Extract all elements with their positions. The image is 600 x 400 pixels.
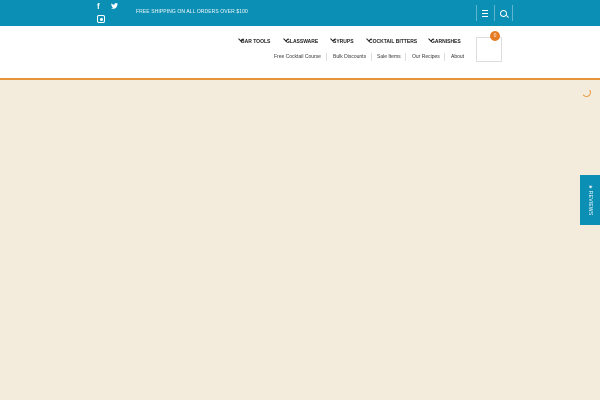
- nav-label: GARNISHES: [431, 39, 461, 45]
- nav-item-glassware[interactable]: GLASSWARE: [283, 36, 319, 45]
- divider: [405, 53, 406, 61]
- nav-label: GLASSWARE: [286, 39, 319, 45]
- search-icon: [499, 9, 507, 17]
- nav-item-syrups[interactable]: SYRUPS: [330, 36, 354, 45]
- subnav-item-our-recipes[interactable]: Our Recipes: [412, 54, 440, 60]
- nav-item-garnishes[interactable]: GARNISHES: [428, 36, 461, 45]
- top-bar: f FREE SHIPPING ON ALL ORDERS OVER $100: [0, 0, 600, 26]
- nav-label: SYRUPS: [333, 39, 354, 45]
- cart-button[interactable]: [476, 37, 502, 62]
- subnav-item-free-cocktail-course[interactable]: Free Cocktail Course: [274, 54, 321, 60]
- nav-label: COCKTAIL BITTERS: [369, 39, 418, 45]
- menu-button[interactable]: [476, 0, 494, 26]
- nav-item-bar-tools[interactable]: BAR TOOLS: [238, 36, 271, 45]
- loading-spinner-icon: [581, 87, 592, 98]
- subnav-item-sale-items[interactable]: Sale Items: [377, 54, 401, 60]
- search-button[interactable]: [494, 0, 512, 26]
- cart-count-badge: 0: [490, 31, 500, 41]
- divider: [326, 53, 327, 61]
- nav-item-cocktail-bitters[interactable]: COCKTAIL BITTERS: [366, 36, 418, 45]
- reviews-label: ★ REVIEWS: [587, 184, 593, 216]
- promo-text: FREE SHIPPING ON ALL ORDERS OVER $100: [136, 9, 248, 15]
- divider: [512, 5, 513, 21]
- nav-label: BAR TOOLS: [241, 39, 271, 45]
- site-header: [0, 26, 600, 78]
- subnav-item-bulk-discounts[interactable]: Bulk Discounts: [333, 54, 366, 60]
- divider: [444, 53, 445, 61]
- hamburger-icon: [482, 9, 488, 17]
- reviews-tab[interactable]: ★ REVIEWS: [580, 175, 600, 225]
- instagram-icon[interactable]: [97, 15, 105, 23]
- twitter-icon[interactable]: [111, 3, 118, 11]
- header-divider: [0, 78, 600, 80]
- facebook-icon[interactable]: f: [97, 3, 100, 11]
- subnav-item-about[interactable]: About: [451, 54, 464, 60]
- divider: [371, 53, 372, 61]
